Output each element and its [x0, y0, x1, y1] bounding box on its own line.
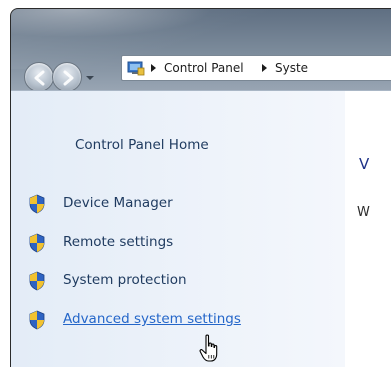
control-panel-home-link[interactable]: Control Panel Home [75, 137, 209, 153]
hand-pointer-cursor-icon [199, 334, 218, 362]
breadcrumb-control-panel[interactable]: Control Panel [164, 61, 244, 75]
task-remote-settings[interactable]: Remote settings [28, 232, 328, 254]
back-arrow-icon [34, 70, 45, 86]
task-label: System protection [63, 272, 187, 288]
uac-shield-icon [29, 271, 45, 291]
breadcrumb-separator-icon[interactable] [151, 64, 156, 72]
content-text: W [357, 205, 370, 220]
content-heading: V [359, 155, 370, 173]
recent-pages-dropdown-icon[interactable] [85, 74, 95, 82]
breadcrumb-system[interactable]: Syste [275, 61, 308, 75]
task-system-protection[interactable]: System protection [28, 270, 328, 292]
control-panel-icon [127, 61, 145, 76]
uac-shield-icon [29, 194, 45, 214]
uac-shield-icon [29, 233, 45, 253]
forward-arrow-icon [63, 70, 74, 86]
task-label: Advanced system settings [63, 311, 241, 327]
address-bar[interactable]: Control Panel Syste [121, 55, 391, 81]
back-button[interactable] [24, 62, 54, 92]
forward-button[interactable] [52, 62, 82, 92]
task-label: Remote settings [63, 234, 174, 250]
uac-shield-icon [29, 310, 45, 330]
breadcrumb-separator-icon[interactable] [262, 64, 267, 72]
content-pane: V W [345, 90, 391, 367]
task-device-manager[interactable]: Device Manager [28, 193, 328, 215]
task-label: Device Manager [63, 195, 173, 211]
task-advanced-system-settings[interactable]: Advanced system settings [28, 309, 328, 331]
